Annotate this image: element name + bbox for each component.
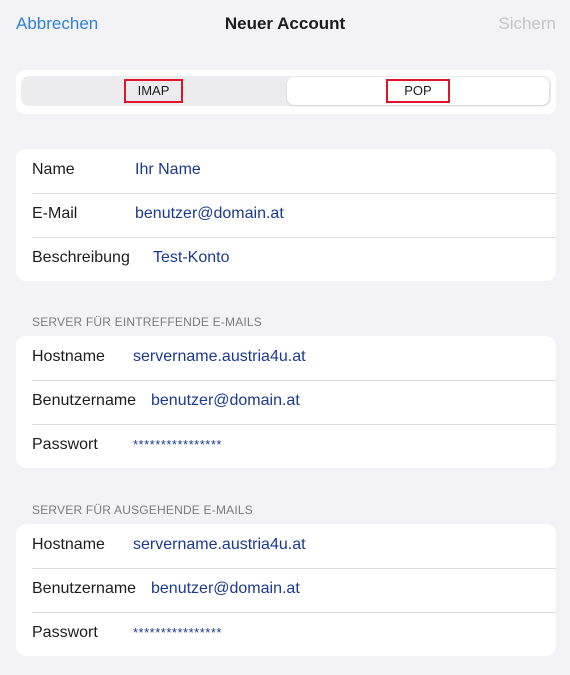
incoming-hostname-label: Hostname xyxy=(32,348,105,365)
outgoing-password-field[interactable]: **************** xyxy=(133,625,222,640)
incoming-server-header: SERVER FÜR EINTREFFENDE E-MAILS xyxy=(32,315,263,329)
outgoing-password-label: Passwort xyxy=(32,624,98,641)
outgoing-server-header: SERVER FÜR AUSGEHENDE E-MAILS xyxy=(32,503,253,517)
outgoing-username-label: Benutzername xyxy=(32,580,137,597)
outgoing-password-row[interactable]: Passwort **************** xyxy=(16,612,556,656)
incoming-hostname-field[interactable]: servername.austria4u.at xyxy=(133,348,306,366)
outgoing-hostname-label: Hostname xyxy=(32,536,105,553)
email-label: E-Mail xyxy=(32,205,78,222)
name-row[interactable]: Name Ihr Name xyxy=(16,149,556,193)
description-field[interactable]: Test-Konto xyxy=(153,249,229,267)
incoming-username-label: Benutzername xyxy=(32,392,137,409)
segment-pop-label: POP xyxy=(386,79,450,103)
incoming-password-field[interactable]: **************** xyxy=(133,437,222,452)
save-button[interactable]: Sichern xyxy=(498,14,556,34)
description-row[interactable]: Beschreibung Test-Konto xyxy=(16,237,556,281)
description-label: Beschreibung xyxy=(32,249,130,266)
segment-pop[interactable]: POP xyxy=(287,77,549,105)
incoming-server-card: Hostname servername.austria4u.at Benutze… xyxy=(16,336,556,468)
name-field[interactable]: Ihr Name xyxy=(135,161,201,179)
navigation-bar: Abbrechen Neuer Account Sichern xyxy=(0,0,570,50)
account-info-card: Name Ihr Name E-Mail benutzer@domain.at … xyxy=(16,149,556,281)
outgoing-hostname-field[interactable]: servername.austria4u.at xyxy=(133,536,306,554)
email-row[interactable]: E-Mail benutzer@domain.at xyxy=(16,193,556,237)
incoming-password-row[interactable]: Passwort **************** xyxy=(16,424,556,468)
name-label: Name xyxy=(32,161,75,178)
incoming-username-field[interactable]: benutzer@domain.at xyxy=(151,392,300,410)
incoming-username-row[interactable]: Benutzername benutzer@domain.at xyxy=(16,380,556,424)
outgoing-username-row[interactable]: Benutzername benutzer@domain.at xyxy=(16,568,556,612)
page-title: Neuer Account xyxy=(224,14,346,33)
incoming-hostname-row[interactable]: Hostname servername.austria4u.at xyxy=(16,336,556,380)
incoming-password-label: Passwort xyxy=(32,436,98,453)
email-field[interactable]: benutzer@domain.at xyxy=(135,205,284,223)
account-type-card: IMAP POP xyxy=(16,70,556,114)
account-type-segmented-control: IMAP POP xyxy=(21,76,551,106)
outgoing-server-card: Hostname servername.austria4u.at Benutze… xyxy=(16,524,556,656)
segment-imap-label: IMAP xyxy=(123,79,184,103)
outgoing-hostname-row[interactable]: Hostname servername.austria4u.at xyxy=(16,524,556,568)
segment-imap[interactable]: IMAP xyxy=(22,77,285,105)
outgoing-username-field[interactable]: benutzer@domain.at xyxy=(151,580,300,598)
